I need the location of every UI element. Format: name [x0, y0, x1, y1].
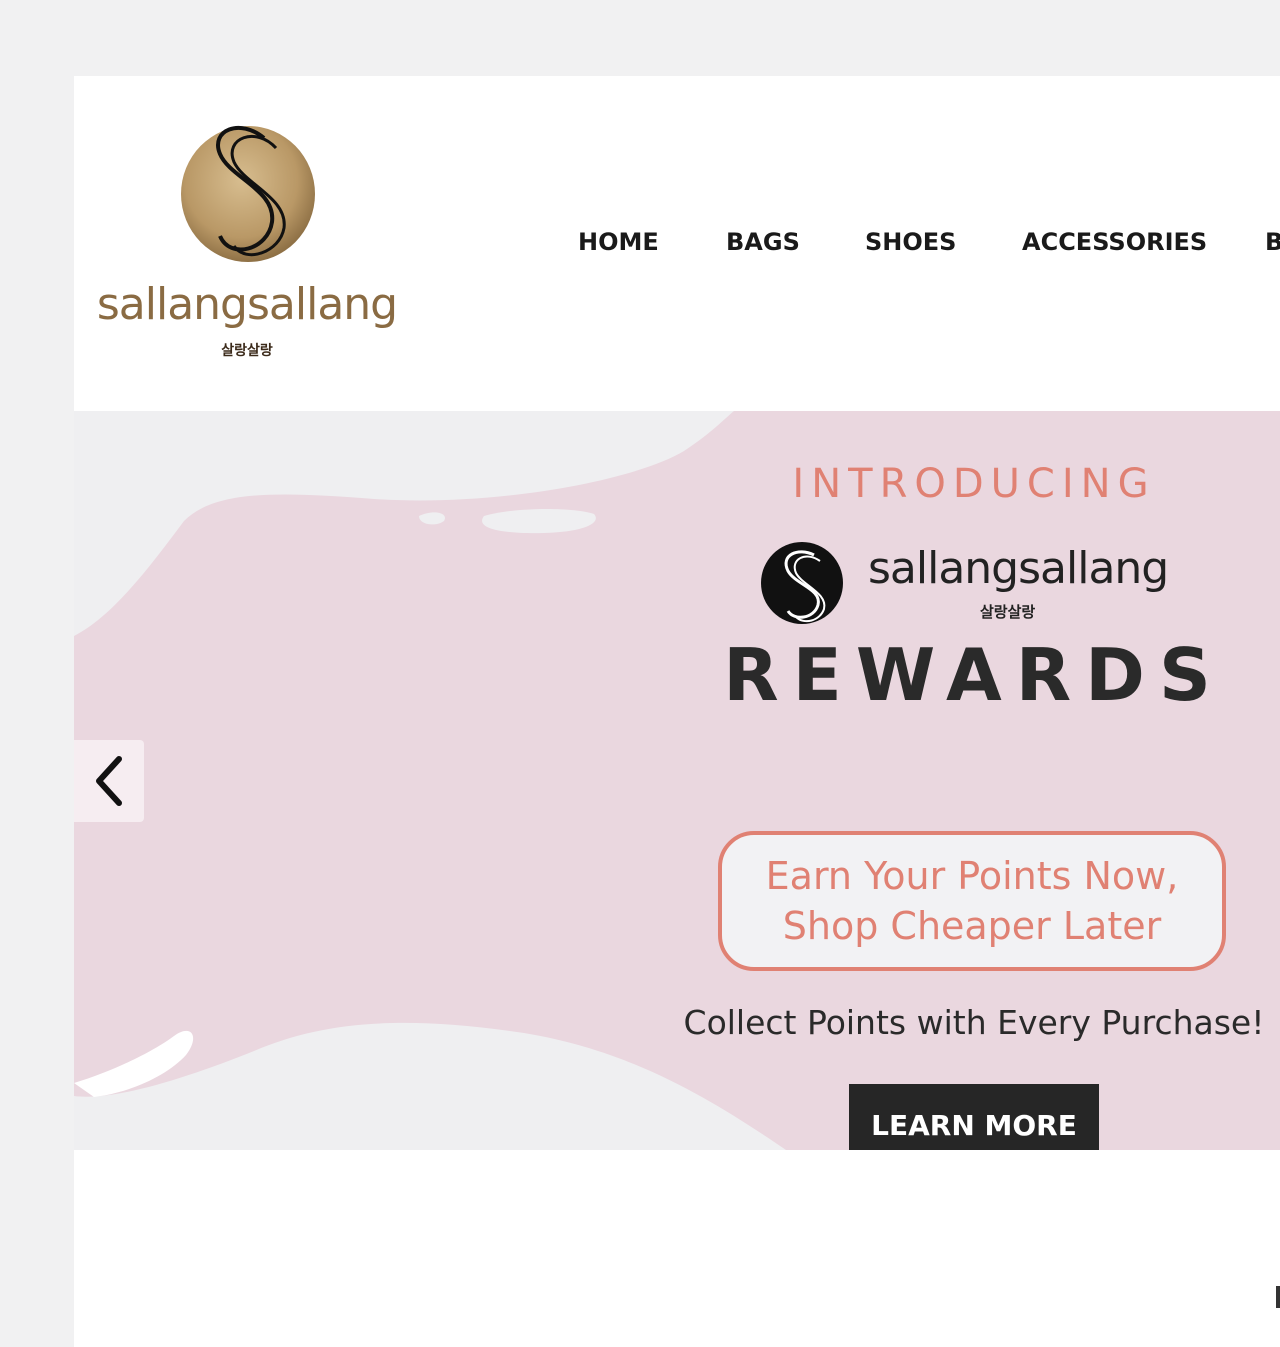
partial-content-edge — [1276, 1286, 1280, 1308]
tagline-line-2: Shop Cheaper Later — [782, 904, 1162, 948]
site-header: sallangsallang 살랑살랑 HOME BAGS SHOES ACCE… — [74, 76, 1280, 411]
nav-item-shoes[interactable]: SHOES — [865, 228, 956, 256]
chevron-left-icon — [96, 756, 122, 806]
nav-item-bags[interactable]: BAGS — [726, 228, 800, 256]
main-nav: HOME BAGS SHOES ACCESSORIES B — [74, 228, 1280, 268]
learn-more-button[interactable]: LEARN MORE — [849, 1084, 1099, 1150]
logo-wordmark: sallangsallang — [96, 279, 398, 330]
hero-intro-text: INTRODUCING — [792, 461, 1156, 507]
hero-banner[interactable]: INTRODUCING sallangsallang 살랑살랑 REWARDS … — [74, 411, 1280, 1150]
nav-item-accessories[interactable]: ACCESSORIES — [1022, 228, 1207, 256]
brand-korean-text: 살랑살랑 — [980, 603, 1036, 621]
page: sallangsallang 살랑살랑 HOME BAGS SHOES ACCE… — [74, 76, 1280, 1347]
brand-wordmark: sallangsallang — [868, 543, 1169, 594]
rewards-tagline-pill: Earn Your Points Now, Shop Cheaper Later — [718, 831, 1226, 971]
brand-emblem-icon — [761, 542, 843, 624]
nav-item-home[interactable]: HOME — [578, 228, 659, 256]
rewards-brand: sallangsallang 살랑살랑 — [760, 539, 1220, 629]
logo-korean-text: 살랑살랑 — [221, 343, 273, 359]
hero-subtitle: Collect Points with Every Purchase! — [683, 1003, 1265, 1042]
tagline-line-1: Earn Your Points Now, — [765, 854, 1179, 898]
rewards-title: REWARDS — [723, 633, 1225, 717]
nav-item-partial[interactable]: B — [1265, 228, 1280, 256]
carousel-prev-button[interactable] — [74, 740, 144, 822]
